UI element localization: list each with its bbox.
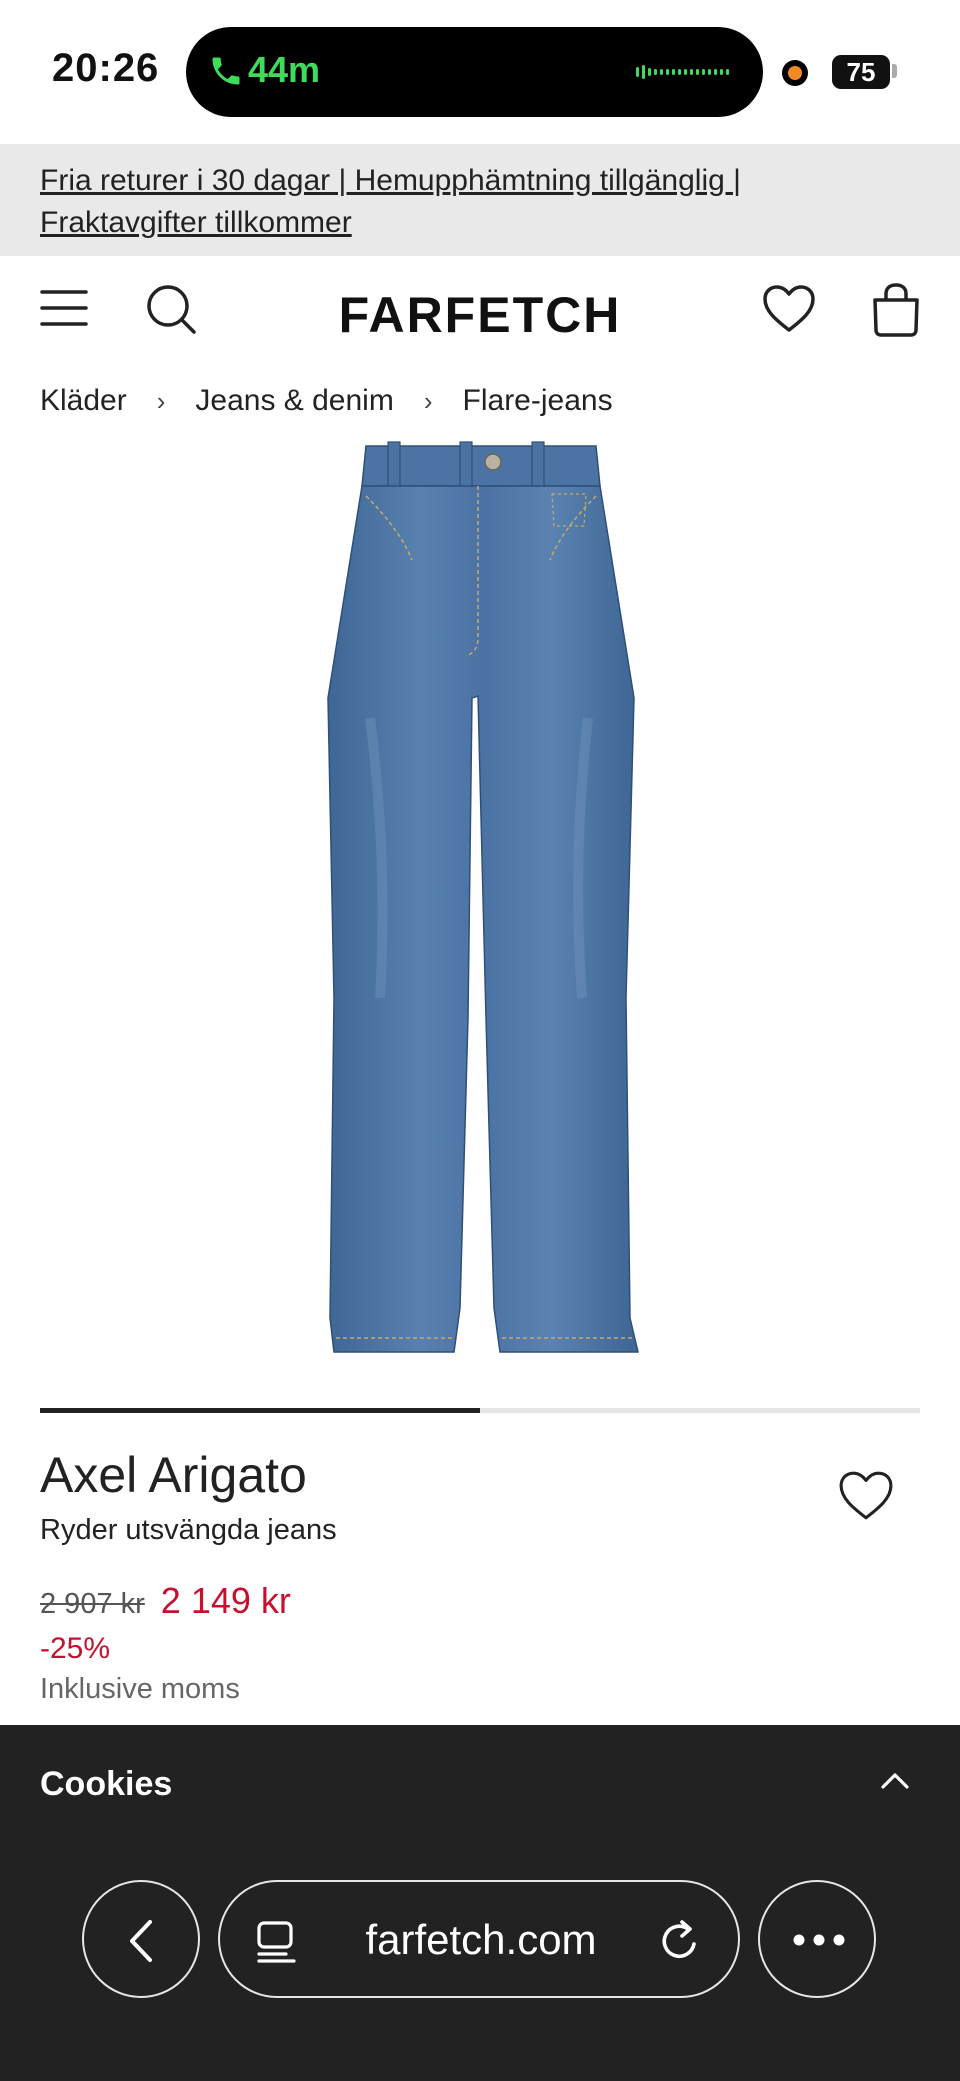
status-bar: 20:26 44m 75 bbox=[0, 0, 960, 144]
shopping-bag-icon[interactable] bbox=[870, 282, 922, 338]
promo-banner: Fria returer i 30 dagar | Hemupphämtning… bbox=[0, 144, 960, 256]
farfetch-logo[interactable]: FARFETCH bbox=[0, 286, 960, 344]
promo-link-returns[interactable]: Fria returer i 30 dagar | Hemupphämtning… bbox=[40, 160, 920, 202]
sale-price: 2 149 kr bbox=[160, 1580, 291, 1621]
carousel-progress bbox=[40, 1408, 480, 1413]
discount-badge: -25% bbox=[40, 1632, 111, 1665]
call-duration: 44m bbox=[248, 49, 321, 90]
reload-icon[interactable] bbox=[658, 1918, 702, 1964]
phone-icon bbox=[212, 57, 240, 85]
wishlist-heart-icon[interactable] bbox=[762, 284, 816, 334]
chevron-up-icon[interactable] bbox=[880, 1771, 910, 1791]
browser-more-button[interactable] bbox=[758, 1880, 876, 1998]
recording-indicator bbox=[782, 60, 808, 86]
vat-note: Inklusive moms bbox=[40, 1673, 240, 1705]
original-price: 2 907 kr bbox=[40, 1588, 145, 1620]
breadcrumb: Kläder › Jeans & denim › Flare-jeans bbox=[40, 384, 613, 418]
clock: 20:26 bbox=[52, 46, 160, 90]
breadcrumb-item-flare-jeans[interactable]: Flare-jeans bbox=[463, 384, 613, 418]
chevron-left-icon bbox=[130, 1920, 152, 1962]
site-header: FARFETCH bbox=[0, 256, 960, 366]
browser-back-button[interactable] bbox=[82, 1880, 200, 1998]
breadcrumb-separator: › bbox=[423, 385, 433, 416]
call-island[interactable]: 44m bbox=[186, 27, 763, 117]
product-brand[interactable]: Axel Arigato bbox=[40, 1446, 307, 1504]
cookie-title[interactable]: Cookies bbox=[40, 1765, 172, 1804]
address-bar[interactable]: farfetch.com bbox=[218, 1880, 740, 1998]
more-dots-icon bbox=[793, 1934, 845, 1946]
breadcrumb-item-clothing[interactable]: Kläder bbox=[40, 384, 127, 418]
battery-indicator: 75 bbox=[832, 55, 890, 89]
breadcrumb-separator: › bbox=[156, 385, 166, 416]
add-to-wishlist-heart-icon[interactable] bbox=[838, 1470, 894, 1522]
audio-waveform-icon bbox=[636, 65, 729, 79]
image-carousel-indicator[interactable] bbox=[40, 1408, 920, 1413]
product-name: Ryder utsvängda jeans bbox=[40, 1514, 337, 1546]
breadcrumb-item-jeans[interactable]: Jeans & denim bbox=[195, 384, 393, 418]
price-row: 2 907 kr 2 149 kr bbox=[40, 1580, 291, 1622]
promo-link-shipping[interactable]: Fraktavgifter tillkommer bbox=[40, 202, 920, 244]
battery-tip bbox=[892, 64, 897, 78]
product-image-jeans[interactable] bbox=[300, 438, 660, 1358]
